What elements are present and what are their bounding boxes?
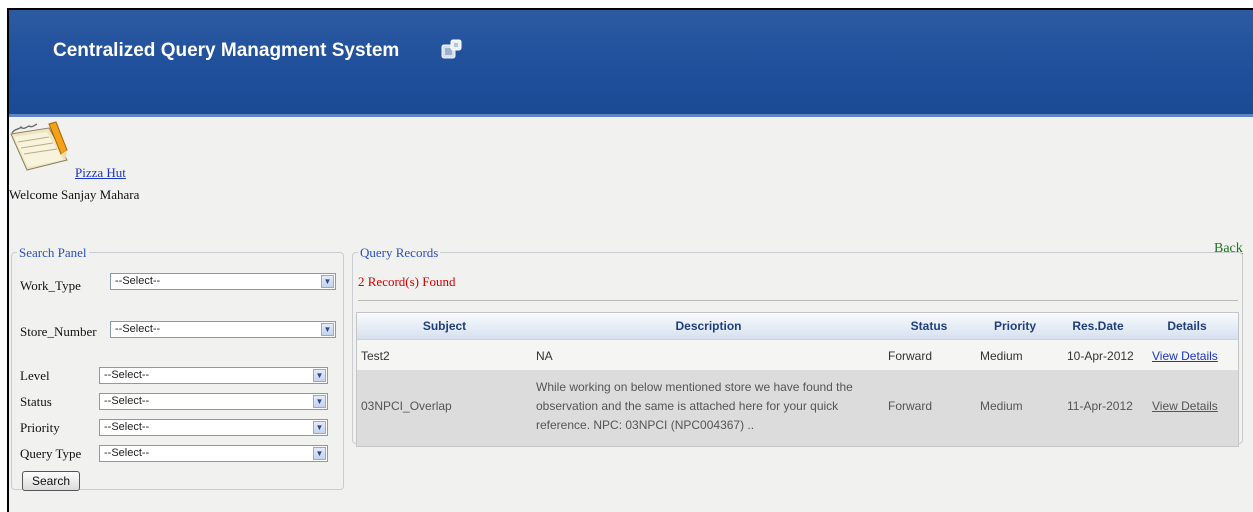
priority-label: Priority (20, 420, 60, 435)
table-header: Subject Description Status Priority Res.… (357, 313, 1238, 340)
search-panel: Search Panel Work_Type --Select-- ▼ Stor… (11, 245, 344, 491)
description-cell: While working on below mentioned store w… (536, 378, 853, 435)
chevron-down-icon: ▼ (313, 369, 326, 382)
search-panel-legend: Search Panel (17, 245, 89, 261)
work-type-value: --Select-- (115, 275, 161, 287)
notepad-icon (10, 121, 68, 171)
view-details-link[interactable]: View Details (1152, 349, 1218, 363)
query-type-select[interactable]: --Select-- ▼ (99, 445, 328, 462)
status-cell: Forward (888, 349, 933, 363)
priority-cell: Medium (980, 349, 1023, 363)
column-header-description[interactable]: Description (532, 319, 885, 333)
chevron-down-icon: ▼ (321, 275, 334, 288)
table-row: Test2 NA Forward Medium 10-Apr-2012 View… (357, 340, 1238, 370)
chevron-down-icon: ▼ (321, 323, 334, 336)
query-type-value: --Select-- (104, 447, 150, 459)
priority-cell: Medium (980, 399, 1023, 413)
app-frame: Centralized Query Managment System Pizza… (7, 8, 1253, 512)
description-line: reference. NPC: 03NPCI (NPC004367) .. (536, 418, 755, 432)
org-link[interactable]: Pizza Hut (75, 165, 126, 181)
store-number-select[interactable]: --Select-- ▼ (110, 321, 336, 338)
work-type-label: Work_Type (20, 278, 81, 293)
work-type-select[interactable]: --Select-- ▼ (110, 273, 336, 290)
description-cell: NA (536, 349, 553, 363)
header-banner: Centralized Query Managment System (9, 10, 1253, 117)
subject-cell: 03NPCI_Overlap (361, 399, 452, 413)
status-value: --Select-- (104, 395, 150, 407)
status-cell: Forward (888, 399, 933, 413)
table-row: 03NPCI_Overlap While working on below me… (357, 370, 1238, 446)
query-records-panel: Query Records 2 Record(s) Found Subject … (352, 245, 1243, 447)
description-line: observation and the same is attached her… (536, 399, 839, 413)
subject-cell: Test2 (361, 349, 390, 363)
column-header-subject[interactable]: Subject (357, 319, 532, 333)
records-table: Subject Description Status Priority Res.… (356, 312, 1239, 447)
priority-select[interactable]: --Select-- ▼ (99, 419, 328, 436)
res-date-cell: 11-Apr-2012 (1067, 399, 1133, 413)
search-button[interactable]: Search (22, 471, 80, 491)
query-records-legend: Query Records (358, 245, 441, 261)
query-type-label: Query Type (20, 446, 82, 461)
windows-icon (441, 39, 462, 59)
store-number-label: Store_Number (20, 324, 97, 339)
status-select[interactable]: --Select-- ▼ (99, 393, 328, 410)
description-line: While working on below mentioned store w… (536, 380, 853, 394)
priority-value: --Select-- (104, 421, 150, 433)
res-date-cell: 10-Apr-2012 (1067, 349, 1134, 363)
status-label: Status (20, 394, 52, 409)
column-header-res-date[interactable]: Res.Date (1057, 319, 1139, 333)
column-header-priority[interactable]: Priority (973, 319, 1057, 333)
store-number-value: --Select-- (115, 323, 161, 335)
column-header-status[interactable]: Status (885, 319, 973, 333)
welcome-message: Welcome Sanjay Mahara (9, 187, 140, 202)
chevron-down-icon: ▼ (313, 421, 326, 434)
app-title: Centralized Query Managment System (53, 40, 400, 61)
divider (358, 300, 1238, 301)
level-label: Level (20, 368, 50, 383)
level-select[interactable]: --Select-- ▼ (99, 367, 328, 384)
chevron-down-icon: ▼ (313, 395, 326, 408)
view-details-link[interactable]: View Details (1152, 399, 1218, 413)
chevron-down-icon: ▼ (313, 447, 326, 460)
level-value: --Select-- (104, 369, 150, 381)
column-header-details[interactable]: Details (1139, 319, 1235, 333)
record-count: 2 Record(s) Found (358, 274, 456, 289)
